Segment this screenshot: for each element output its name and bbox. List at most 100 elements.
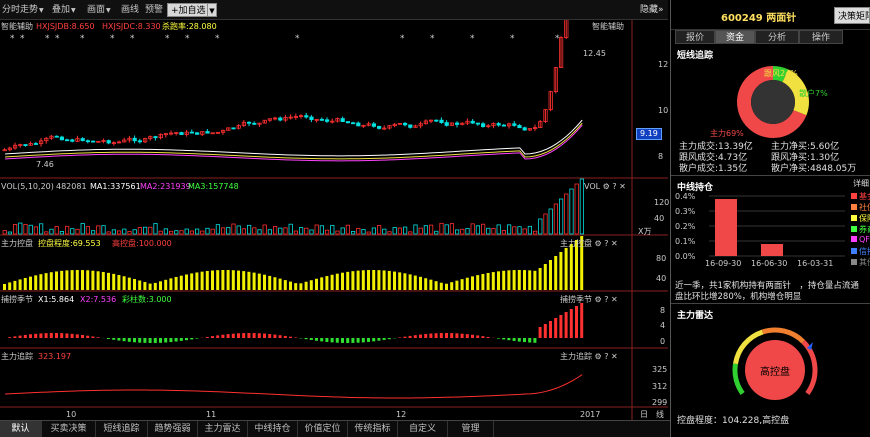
control-bar — [263, 274, 266, 290]
volume-bar — [387, 231, 392, 235]
candle-body — [350, 122, 356, 125]
control-bar — [29, 276, 32, 290]
main-title-right: 智能辅助 — [592, 22, 624, 31]
volume-bar — [117, 230, 122, 235]
volume-bar — [236, 225, 241, 235]
screen-button[interactable]: 画面▼ — [87, 3, 111, 17]
catch-bar — [273, 334, 277, 338]
tab-mid-hold[interactable]: 中线持仓 — [248, 421, 298, 437]
add-watchlist-button[interactable]: +加自选 — [167, 3, 210, 17]
control-bar — [434, 281, 438, 290]
intraday-button[interactable]: 分时走势▼ — [2, 3, 44, 17]
volume-bar — [496, 224, 501, 235]
control-bar — [216, 270, 220, 290]
volume-bar — [543, 213, 548, 235]
tab-analysis[interactable]: 分析 — [755, 30, 799, 44]
detail-link[interactable]: 详细 — [853, 178, 869, 189]
catch-bar — [554, 318, 558, 338]
tab-traditional[interactable]: 传统指标 — [348, 421, 398, 437]
volume-bar — [28, 224, 33, 235]
volume-bar — [2, 230, 7, 235]
main-ind1: HXJSJDB:8.650 — [36, 22, 95, 31]
chevron-down-icon[interactable]: ▼ — [207, 3, 217, 17]
hide-panel-button[interactable]: 隐藏» — [640, 3, 664, 17]
tab-trend[interactable]: 趋势强弱 — [148, 421, 198, 437]
control-bar — [34, 275, 38, 290]
volume-bar — [210, 228, 215, 235]
candle-body — [517, 125, 522, 129]
control-bar — [398, 272, 402, 290]
catch-bar — [476, 335, 480, 338]
control-bar — [174, 276, 178, 290]
control-bar — [377, 270, 381, 290]
tab-quote[interactable]: 报价 — [675, 30, 715, 44]
tab-funds[interactable]: 资金 — [715, 30, 755, 44]
retail-net-buy: 散户净买:4848.05万 — [771, 164, 857, 174]
control-bar — [101, 271, 105, 290]
volume-bar — [356, 228, 361, 235]
volume-bar — [49, 228, 54, 235]
catch-bar — [133, 338, 136, 343]
control-bar — [107, 272, 110, 290]
track-title-right: 主力追踪 ⚙ ? ✕ — [560, 352, 618, 361]
catch-bar — [231, 333, 235, 338]
catch-bar — [424, 333, 428, 338]
candle-body — [512, 123, 517, 126]
volume-bar — [434, 230, 439, 235]
catch-bar — [429, 333, 433, 338]
decision-matrix-button[interactable]: 决策矩阵 — [834, 7, 870, 24]
pie-label-retail: 散户7% — [799, 89, 828, 98]
candle-body — [278, 117, 283, 121]
main-ind2: HXJSJDC:8.330 — [102, 22, 161, 31]
tab-value[interactable]: 价值定位 — [298, 421, 348, 437]
control-bar — [486, 272, 490, 290]
catch-bar — [517, 338, 521, 342]
x-tick: 16-09-30 — [705, 259, 741, 268]
ctrl-high: 高控盘:100.000 — [112, 239, 172, 248]
drawline-button[interactable]: 画线 — [121, 3, 139, 17]
tab-radar[interactable]: 主力雷达 — [198, 421, 248, 437]
catch-bar — [564, 312, 568, 338]
main-axis-1: 10 — [658, 106, 669, 115]
control-bar — [138, 280, 142, 290]
control-bar — [117, 275, 121, 290]
vol-ma2: MA2:231939 — [140, 182, 191, 191]
alert-button[interactable]: 预警 — [145, 3, 163, 17]
catch-color: 彩柱数:3.000 — [122, 295, 172, 304]
tab-short-track[interactable]: 短线追踪 — [96, 421, 148, 437]
volume-bar — [444, 224, 449, 235]
tab-custom[interactable]: 自定义 — [398, 421, 448, 437]
tab-manage[interactable]: 管理 — [448, 421, 494, 437]
volume-bar — [330, 225, 335, 235]
catch-bar — [549, 321, 552, 338]
overlay-button[interactable]: 叠加▼ — [52, 3, 76, 17]
control-bar — [252, 272, 256, 290]
candle-body — [501, 124, 507, 127]
catch-bar — [387, 338, 391, 340]
period-day-button[interactable]: 日 — [640, 410, 648, 420]
catch-x1: X1:5.864 — [38, 295, 75, 304]
control-bar — [460, 279, 464, 290]
control-bar — [387, 270, 391, 290]
control-bar — [372, 270, 376, 290]
catch-bar — [450, 333, 454, 338]
volume-bar — [246, 224, 252, 235]
tab-operate[interactable]: 操作 — [799, 30, 843, 44]
candle-body — [470, 120, 475, 124]
catch-x2: X2:7.536 — [80, 295, 117, 304]
catch-bar — [580, 303, 584, 338]
control-bar — [325, 276, 329, 290]
catch-bar — [81, 335, 84, 338]
control-bar — [465, 277, 469, 290]
tab-trade-decision[interactable]: 买卖决策 — [42, 421, 96, 437]
candle-body — [304, 115, 309, 118]
catch-bar — [86, 335, 90, 338]
volume-bar — [397, 227, 403, 235]
right-panel: 600249 两面针 决策矩阵 报价 资金 分析 操作 短线追踪 跟风24% 散… — [670, 0, 870, 437]
control-bar — [8, 282, 12, 290]
period-line-button[interactable]: 线 — [656, 410, 664, 420]
volume-bar — [475, 225, 481, 235]
candle-body — [179, 132, 184, 135]
chart-area[interactable]: * * * * * * * * * * * * * * * * 智能辅助 HXJSJDB:8.650 HXJS… — [0, 20, 669, 420]
tab-default[interactable]: 默认 — [0, 421, 42, 437]
